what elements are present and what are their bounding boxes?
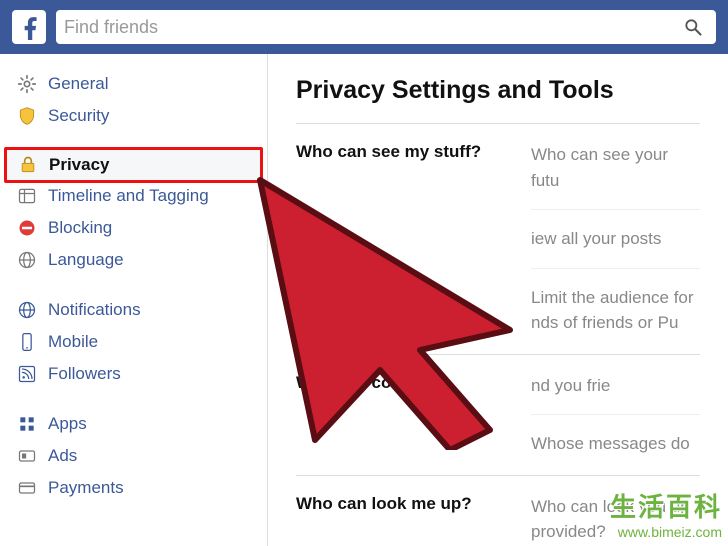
sidebar-item-notifications[interactable]: Notifications bbox=[0, 294, 267, 326]
sidebar-item-label: Ads bbox=[48, 446, 77, 466]
section-question: Who can see my stuff? bbox=[296, 142, 511, 336]
search-input[interactable] bbox=[64, 17, 678, 38]
body: General Security Privacy Timeline an bbox=[0, 54, 728, 546]
globe-icon bbox=[16, 249, 38, 271]
sidebar-item-label: Mobile bbox=[48, 332, 98, 352]
sidebar-group-1: General Security bbox=[0, 68, 267, 132]
value-text: Who can look you up provided? bbox=[531, 494, 700, 545]
sidebar-item-label: General bbox=[48, 74, 108, 94]
section-who-can-look-up: Who can look me up? Who can look you up … bbox=[296, 475, 700, 546]
sidebar-item-timeline-tagging[interactable]: Timeline and Tagging bbox=[0, 180, 267, 212]
value-text: Who can see your futu bbox=[531, 142, 700, 193]
sidebar-item-followers[interactable]: Followers bbox=[0, 358, 267, 390]
sidebar-item-label: Apps bbox=[48, 414, 87, 434]
sidebar-group-4: Apps Ads Payments bbox=[0, 408, 267, 504]
section-question: Who can look me up? bbox=[296, 494, 511, 545]
sidebar-item-security[interactable]: Security bbox=[0, 100, 267, 132]
sidebar-item-label: Blocking bbox=[48, 218, 112, 238]
search-button[interactable] bbox=[678, 17, 708, 37]
section-values: nd you frie Whose messages do bbox=[531, 373, 700, 457]
sidebar-item-label: Followers bbox=[48, 364, 121, 384]
sidebar-group-3: Notifications Mobile Followers bbox=[0, 294, 267, 390]
sidebar-item-label: Security bbox=[48, 106, 109, 126]
value-text: Whose messages do bbox=[531, 414, 700, 457]
payments-icon bbox=[16, 477, 38, 499]
sidebar-item-label: Privacy bbox=[49, 155, 110, 175]
sidebar-item-apps[interactable]: Apps bbox=[0, 408, 267, 440]
globe-icon bbox=[16, 299, 38, 321]
shield-icon bbox=[16, 105, 38, 127]
sidebar-item-privacy[interactable]: Privacy bbox=[4, 147, 263, 183]
sidebar-group-2: Privacy Timeline and Tagging Blocking La… bbox=[0, 147, 267, 276]
timeline-icon bbox=[16, 185, 38, 207]
facebook-logo[interactable] bbox=[12, 10, 46, 44]
section-question: Who can con bbox=[296, 373, 511, 457]
value-text: nd you frie bbox=[531, 373, 700, 399]
top-bar bbox=[0, 0, 728, 54]
mobile-icon bbox=[16, 331, 38, 353]
lock-icon bbox=[17, 154, 39, 176]
section-who-can-see: Who can see my stuff? Who can see your f… bbox=[296, 123, 700, 354]
sidebar-item-language[interactable]: Language bbox=[0, 244, 267, 276]
gear-icon bbox=[16, 73, 38, 95]
main-panel: Privacy Settings and Tools Who can see m… bbox=[268, 54, 728, 546]
page-title: Privacy Settings and Tools bbox=[296, 76, 700, 105]
sidebar-item-payments[interactable]: Payments bbox=[0, 472, 267, 504]
sidebar-item-label: Payments bbox=[48, 478, 124, 498]
block-icon bbox=[16, 217, 38, 239]
sidebar-item-general[interactable]: General bbox=[0, 68, 267, 100]
sidebar-item-mobile[interactable]: Mobile bbox=[0, 326, 267, 358]
value-text: Limit the audience for nds of friends or… bbox=[531, 268, 700, 336]
sidebar-item-blocking[interactable]: Blocking bbox=[0, 212, 267, 244]
section-who-can-contact: Who can con nd you frie Whose messages d… bbox=[296, 354, 700, 475]
settings-sidebar: General Security Privacy Timeline an bbox=[0, 54, 268, 546]
search-icon bbox=[683, 17, 703, 37]
sidebar-item-label: Language bbox=[48, 250, 124, 270]
search-bar bbox=[56, 10, 716, 44]
section-values: Who can see your futu iew all your posts… bbox=[531, 142, 700, 336]
sidebar-item-label: Timeline and Tagging bbox=[48, 186, 209, 206]
facebook-icon bbox=[16, 14, 42, 40]
apps-icon bbox=[16, 413, 38, 435]
rss-icon bbox=[16, 363, 38, 385]
value-text: iew all your posts bbox=[531, 209, 700, 252]
section-values: Who can look you up provided? bbox=[531, 494, 700, 545]
ads-icon bbox=[16, 445, 38, 467]
sidebar-item-ads[interactable]: Ads bbox=[0, 440, 267, 472]
sidebar-item-label: Notifications bbox=[48, 300, 141, 320]
